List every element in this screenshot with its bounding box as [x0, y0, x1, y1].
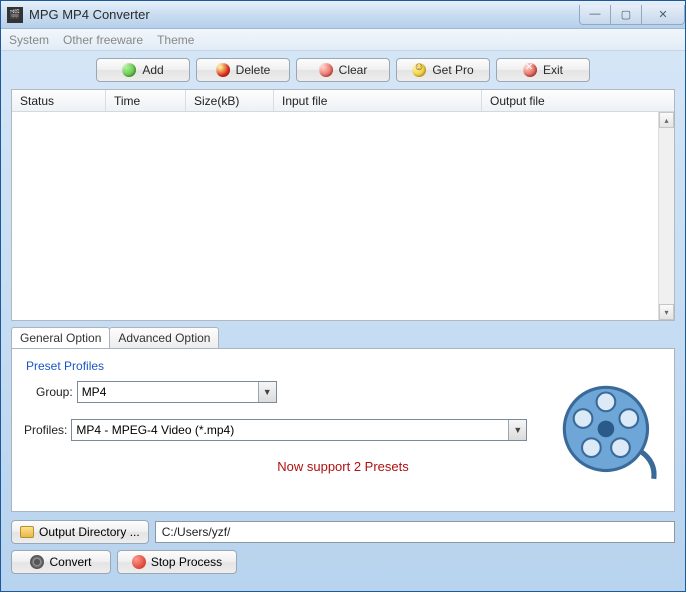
exit-button[interactable]: Exit: [496, 58, 590, 82]
titlebar[interactable]: 🎬 MPG MP4 Converter — ▢ ✕: [1, 1, 685, 29]
scroll-up-button[interactable]: ▴: [659, 112, 674, 128]
convert-icon: [30, 555, 44, 569]
profiles-select[interactable]: MP4 - MPEG-4 Video (*.mp4) ▼: [71, 419, 527, 441]
chevron-down-icon: ▼: [508, 420, 526, 440]
file-table: Status Time Size(kB) Input file Output f…: [11, 89, 675, 321]
clear-button[interactable]: Clear: [296, 58, 390, 82]
profiles-label: Profiles:: [24, 423, 67, 437]
app-icon: 🎬: [7, 7, 23, 23]
col-output[interactable]: Output file: [482, 90, 674, 111]
output-dir-label: Output Directory ...: [39, 525, 140, 539]
profiles-value: MP4 - MPEG-4 Video (*.mp4): [76, 423, 234, 437]
col-status[interactable]: Status: [12, 90, 106, 111]
table-body[interactable]: ▴ ▾: [12, 112, 674, 320]
options-tabs: General Option Advanced Option Preset Pr…: [11, 327, 675, 512]
convert-label: Convert: [49, 555, 91, 569]
maximize-button[interactable]: ▢: [610, 5, 642, 25]
menubar: System Other freeware Theme: [1, 29, 685, 51]
output-directory-button[interactable]: Output Directory ...: [11, 520, 149, 544]
plus-icon: [122, 63, 136, 77]
minimize-button[interactable]: —: [579, 5, 611, 25]
exit-label: Exit: [543, 63, 563, 77]
vertical-scrollbar[interactable]: ▴ ▾: [658, 112, 674, 320]
col-input[interactable]: Input file: [274, 90, 482, 111]
group-value: MP4: [82, 385, 107, 399]
minus-icon: [216, 63, 230, 77]
menu-other-freeware[interactable]: Other freeware: [63, 33, 143, 47]
action-bar: Convert Stop Process: [11, 550, 675, 574]
output-bar: Output Directory ...: [11, 520, 675, 544]
convert-button[interactable]: Convert: [11, 550, 111, 574]
clear-label: Clear: [339, 63, 368, 77]
tab-general[interactable]: General Option: [11, 327, 110, 348]
menu-system[interactable]: System: [9, 33, 49, 47]
tab-advanced[interactable]: Advanced Option: [109, 327, 219, 348]
add-button[interactable]: Add: [96, 58, 190, 82]
group-label: Group:: [36, 385, 73, 399]
general-panel: Preset Profiles Group: MP4 ▼ Profiles: M…: [11, 348, 675, 512]
col-size[interactable]: Size(kB): [186, 90, 274, 111]
exit-icon: [523, 63, 537, 77]
getpro-label: Get Pro: [432, 63, 473, 77]
add-label: Add: [142, 63, 163, 77]
smiley-icon: [412, 63, 426, 77]
menu-theme[interactable]: Theme: [157, 33, 194, 47]
delete-label: Delete: [236, 63, 271, 77]
output-path-input[interactable]: [155, 521, 675, 543]
close-window-button[interactable]: ✕: [641, 5, 685, 25]
chevron-down-icon: ▼: [258, 382, 276, 402]
window-title: MPG MP4 Converter: [29, 7, 150, 22]
film-reel-icon: [556, 379, 660, 483]
preset-section-label: Preset Profiles: [26, 359, 662, 373]
folder-icon: [20, 526, 34, 538]
scroll-down-button[interactable]: ▾: [659, 304, 674, 320]
group-select[interactable]: MP4 ▼: [77, 381, 277, 403]
getpro-button[interactable]: Get Pro: [396, 58, 490, 82]
delete-button[interactable]: Delete: [196, 58, 290, 82]
stop-label: Stop Process: [151, 555, 222, 569]
window-controls: — ▢ ✕: [580, 5, 685, 25]
toolbar: Add Delete Clear Get Pro Exit: [1, 51, 685, 89]
app-window: 🎬 MPG MP4 Converter — ▢ ✕ System Other f…: [0, 0, 686, 592]
table-header: Status Time Size(kB) Input file Output f…: [12, 90, 674, 112]
stop-process-button[interactable]: Stop Process: [117, 550, 237, 574]
stop-icon: [132, 555, 146, 569]
col-time[interactable]: Time: [106, 90, 186, 111]
clear-icon: [319, 63, 333, 77]
